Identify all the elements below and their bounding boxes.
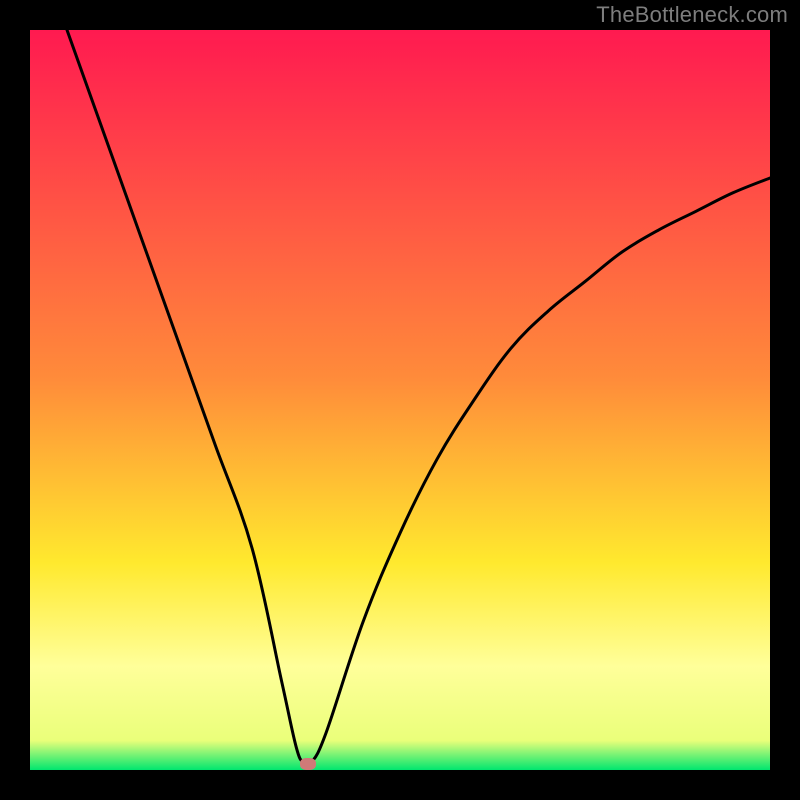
optimal-point-marker	[300, 758, 316, 770]
watermark-text: TheBottleneck.com	[596, 2, 788, 28]
chart-frame: TheBottleneck.com	[0, 0, 800, 800]
plot-area	[30, 30, 770, 770]
background-gradient	[30, 30, 770, 770]
